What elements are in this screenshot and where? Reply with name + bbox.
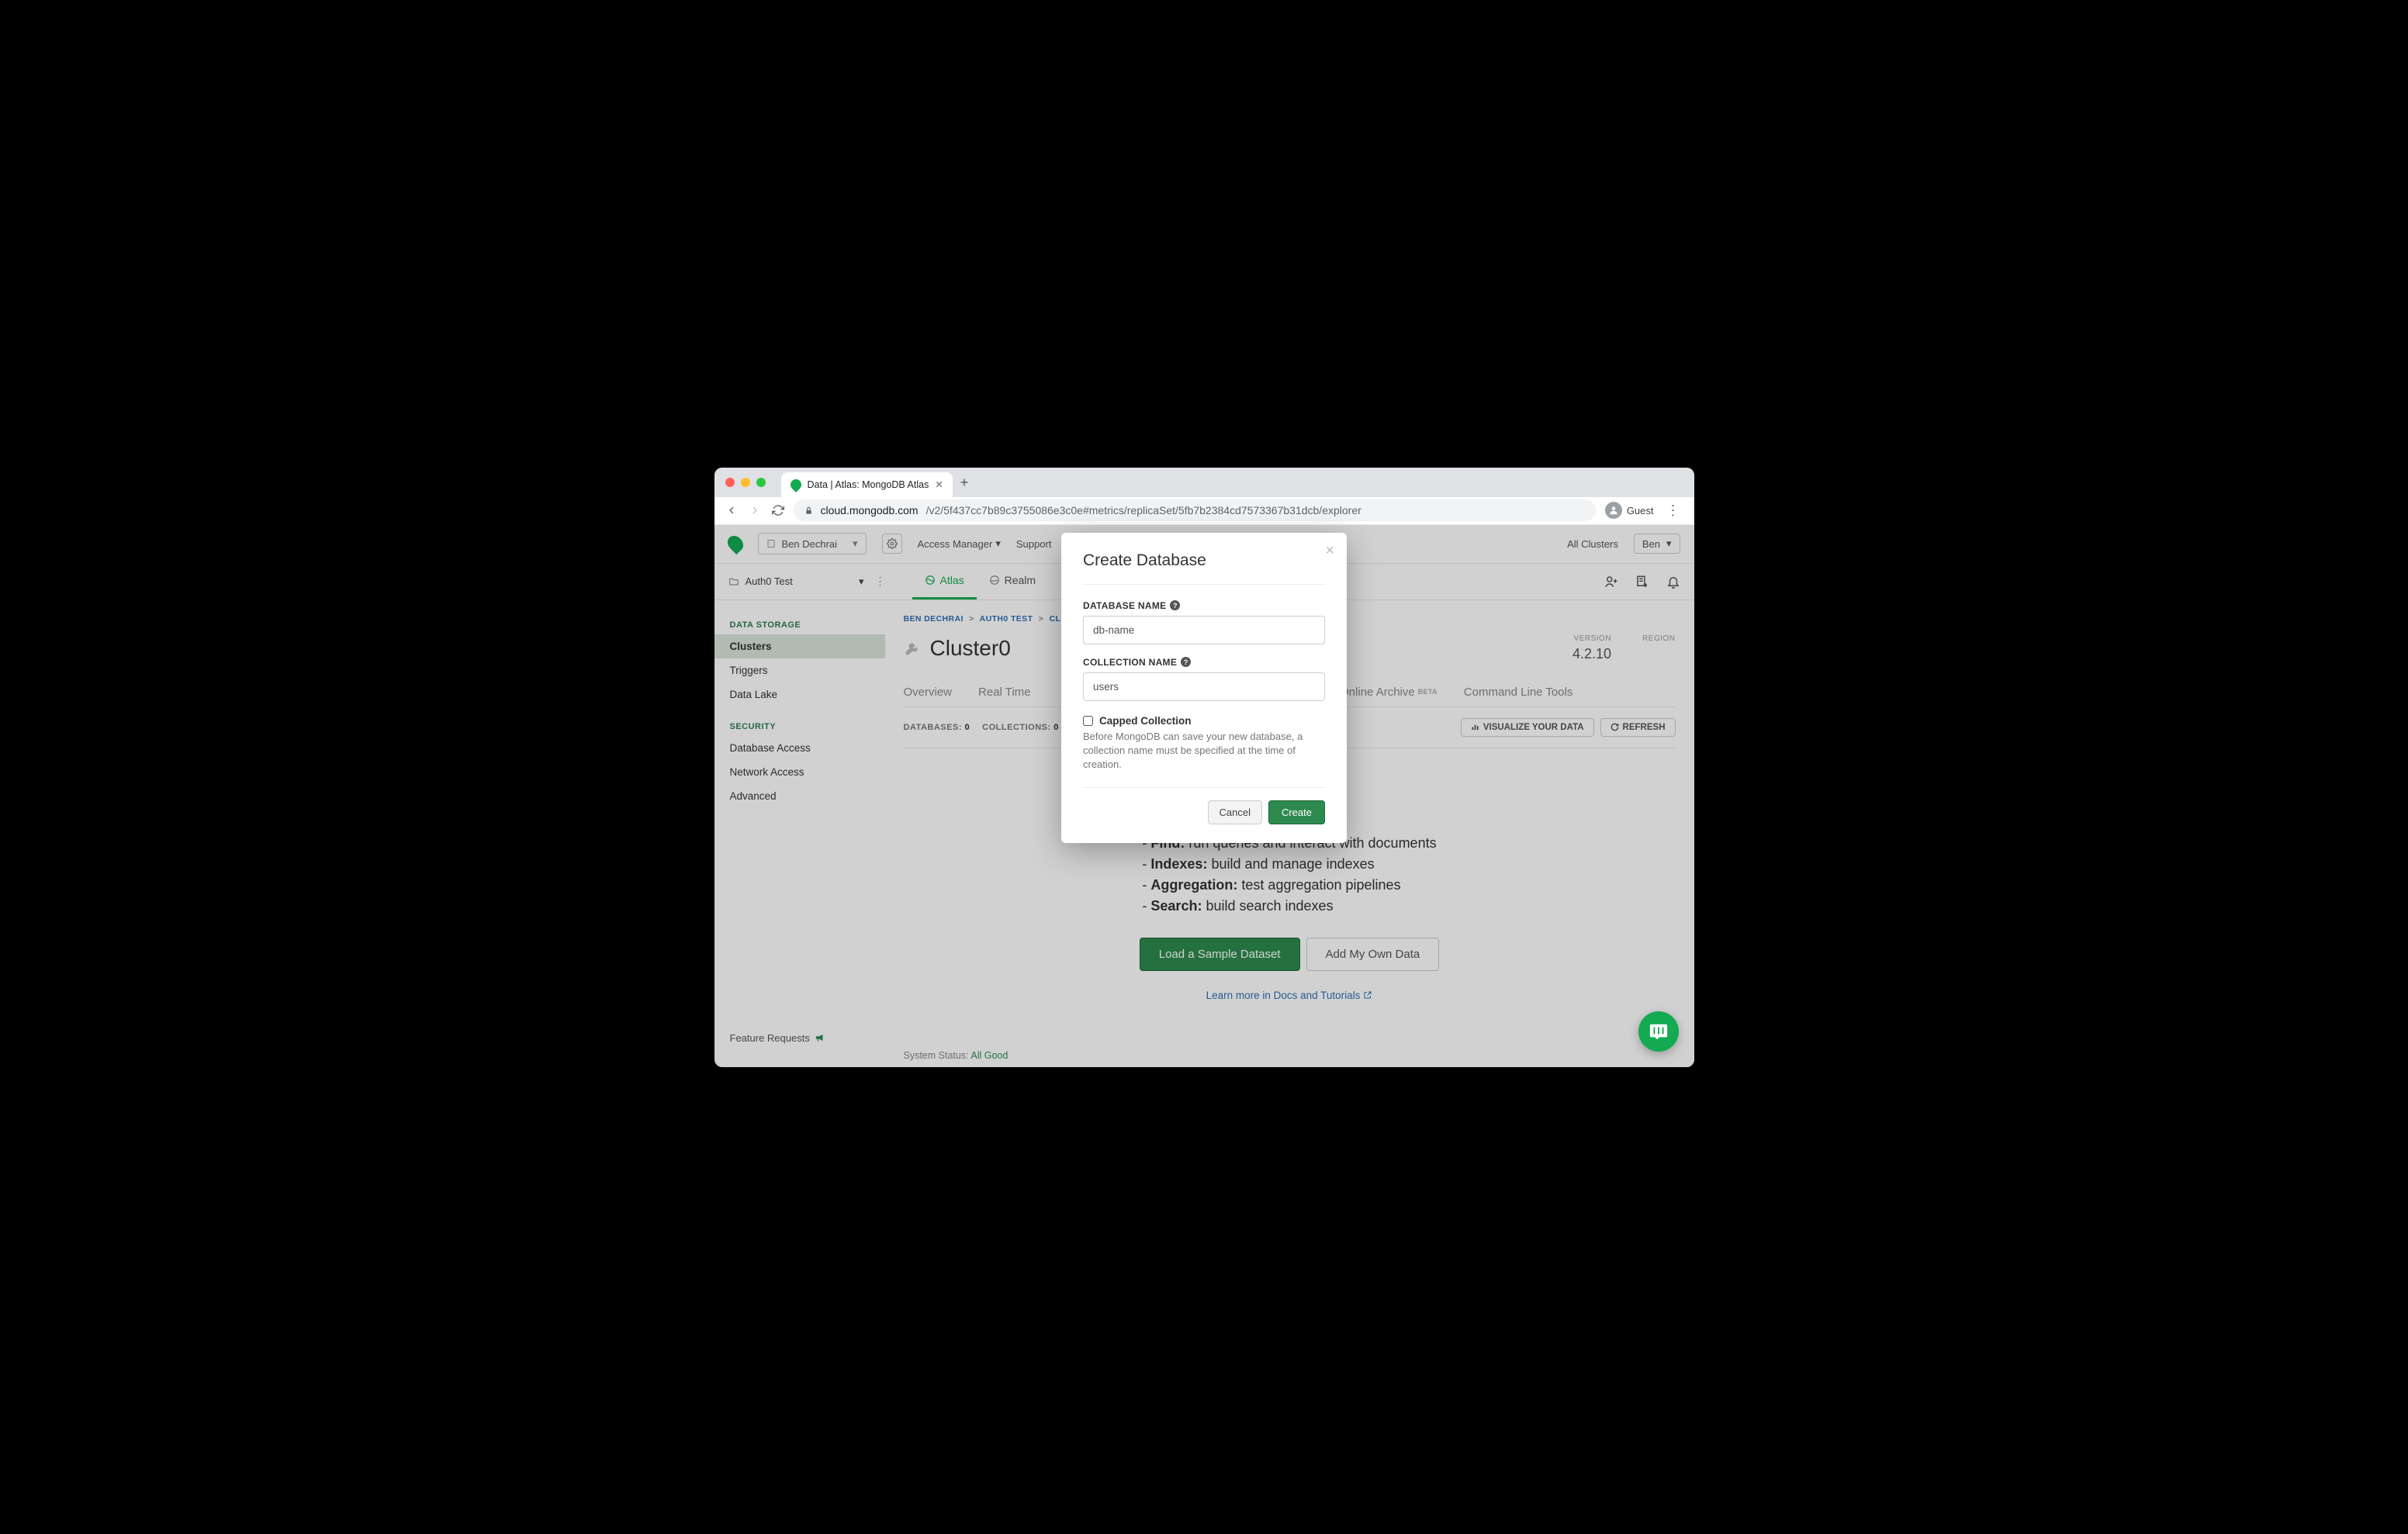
help-icon[interactable]: ?: [1181, 657, 1191, 667]
help-icon[interactable]: ?: [1170, 600, 1180, 610]
db-name-label: DATABASE NAME ?: [1083, 600, 1325, 611]
close-tab-icon[interactable]: ✕: [935, 479, 943, 490]
capped-checkbox-row[interactable]: Capped Collection: [1083, 715, 1325, 727]
capped-checkbox[interactable]: [1083, 716, 1093, 726]
forward-button[interactable]: [749, 504, 761, 517]
create-button[interactable]: Create: [1268, 800, 1325, 824]
profile-name: Guest: [1627, 505, 1654, 517]
address-input[interactable]: cloud.mongodb.com/v2/5f437cc7b89c3755086…: [794, 499, 1596, 521]
modal-footer: Cancel Create: [1083, 787, 1325, 824]
app-container: Ben Dechrai ▾ Access Manager ▾ Support B…: [714, 525, 1694, 1067]
traffic-lights: [725, 478, 766, 487]
collection-name-label: COLLECTION NAME ?: [1083, 657, 1325, 668]
close-window-button[interactable]: [725, 478, 735, 487]
collection-name-input[interactable]: [1083, 672, 1325, 701]
modal-title: Create Database: [1083, 551, 1325, 585]
minimize-window-button[interactable]: [741, 478, 750, 487]
capped-label: Capped Collection: [1099, 715, 1192, 727]
url-host: cloud.mongodb.com: [821, 504, 919, 517]
browser-tab[interactable]: Data | Atlas: MongoDB Atlas ✕: [781, 472, 953, 497]
maximize-window-button[interactable]: [756, 478, 766, 487]
modal-help-text: Before MongoDB can save your new databas…: [1083, 730, 1325, 772]
browser-menu-button[interactable]: ⋮: [1663, 503, 1683, 519]
cancel-button[interactable]: Cancel: [1208, 800, 1262, 824]
create-database-modal: × Create Database DATABASE NAME ? COLLEC…: [1061, 533, 1347, 844]
reload-button[interactable]: [772, 504, 784, 517]
lock-icon: [804, 506, 813, 516]
chat-icon: [1649, 1021, 1669, 1042]
modal-close-button[interactable]: ×: [1325, 542, 1334, 560]
browser-window: Data | Atlas: MongoDB Atlas ✕ + cloud.mo…: [714, 468, 1694, 1067]
intercom-chat-button[interactable]: [1638, 1011, 1679, 1052]
tabs-container: Data | Atlas: MongoDB Atlas ✕ +: [781, 468, 969, 497]
browser-toolbar: cloud.mongodb.com/v2/5f437cc7b89c3755086…: [714, 497, 1694, 525]
db-name-input[interactable]: [1083, 616, 1325, 644]
browser-tab-bar: Data | Atlas: MongoDB Atlas ✕ +: [714, 468, 1694, 497]
mongodb-favicon-icon: [788, 477, 804, 492]
back-button[interactable]: [725, 504, 738, 517]
nav-buttons: [725, 504, 784, 517]
profile-avatar-icon: [1605, 502, 1622, 519]
profile-button[interactable]: Guest: [1605, 502, 1654, 519]
url-path: /v2/5f437cc7b89c3755086e3c0e#metrics/rep…: [926, 504, 1361, 517]
tab-title: Data | Atlas: MongoDB Atlas: [808, 479, 929, 490]
new-tab-button[interactable]: +: [960, 475, 969, 491]
